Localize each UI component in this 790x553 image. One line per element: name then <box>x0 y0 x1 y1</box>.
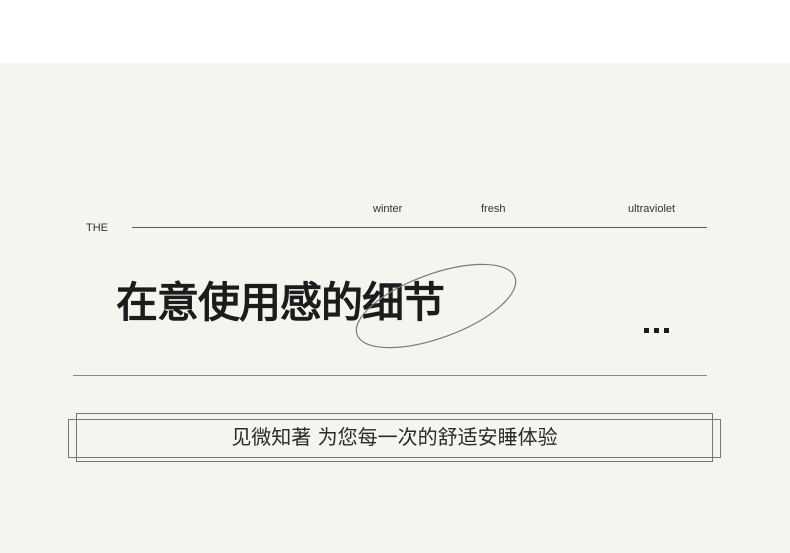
label-fresh: fresh <box>481 203 506 215</box>
dot <box>654 328 659 333</box>
top-white-band <box>0 0 790 63</box>
label-the: THE <box>86 222 108 234</box>
middle-divider-line <box>73 375 707 376</box>
ellipsis-dots <box>644 318 680 333</box>
label-ultraviolet: ultraviolet <box>628 203 676 215</box>
top-divider-line <box>132 227 707 228</box>
ellipse-decoration <box>355 263 517 349</box>
tagline-text: 见微知著 为您每一次的舒适安睡体验 <box>231 425 558 449</box>
dot <box>664 328 669 333</box>
dot <box>644 328 649 333</box>
label-winter: winter <box>373 203 403 215</box>
